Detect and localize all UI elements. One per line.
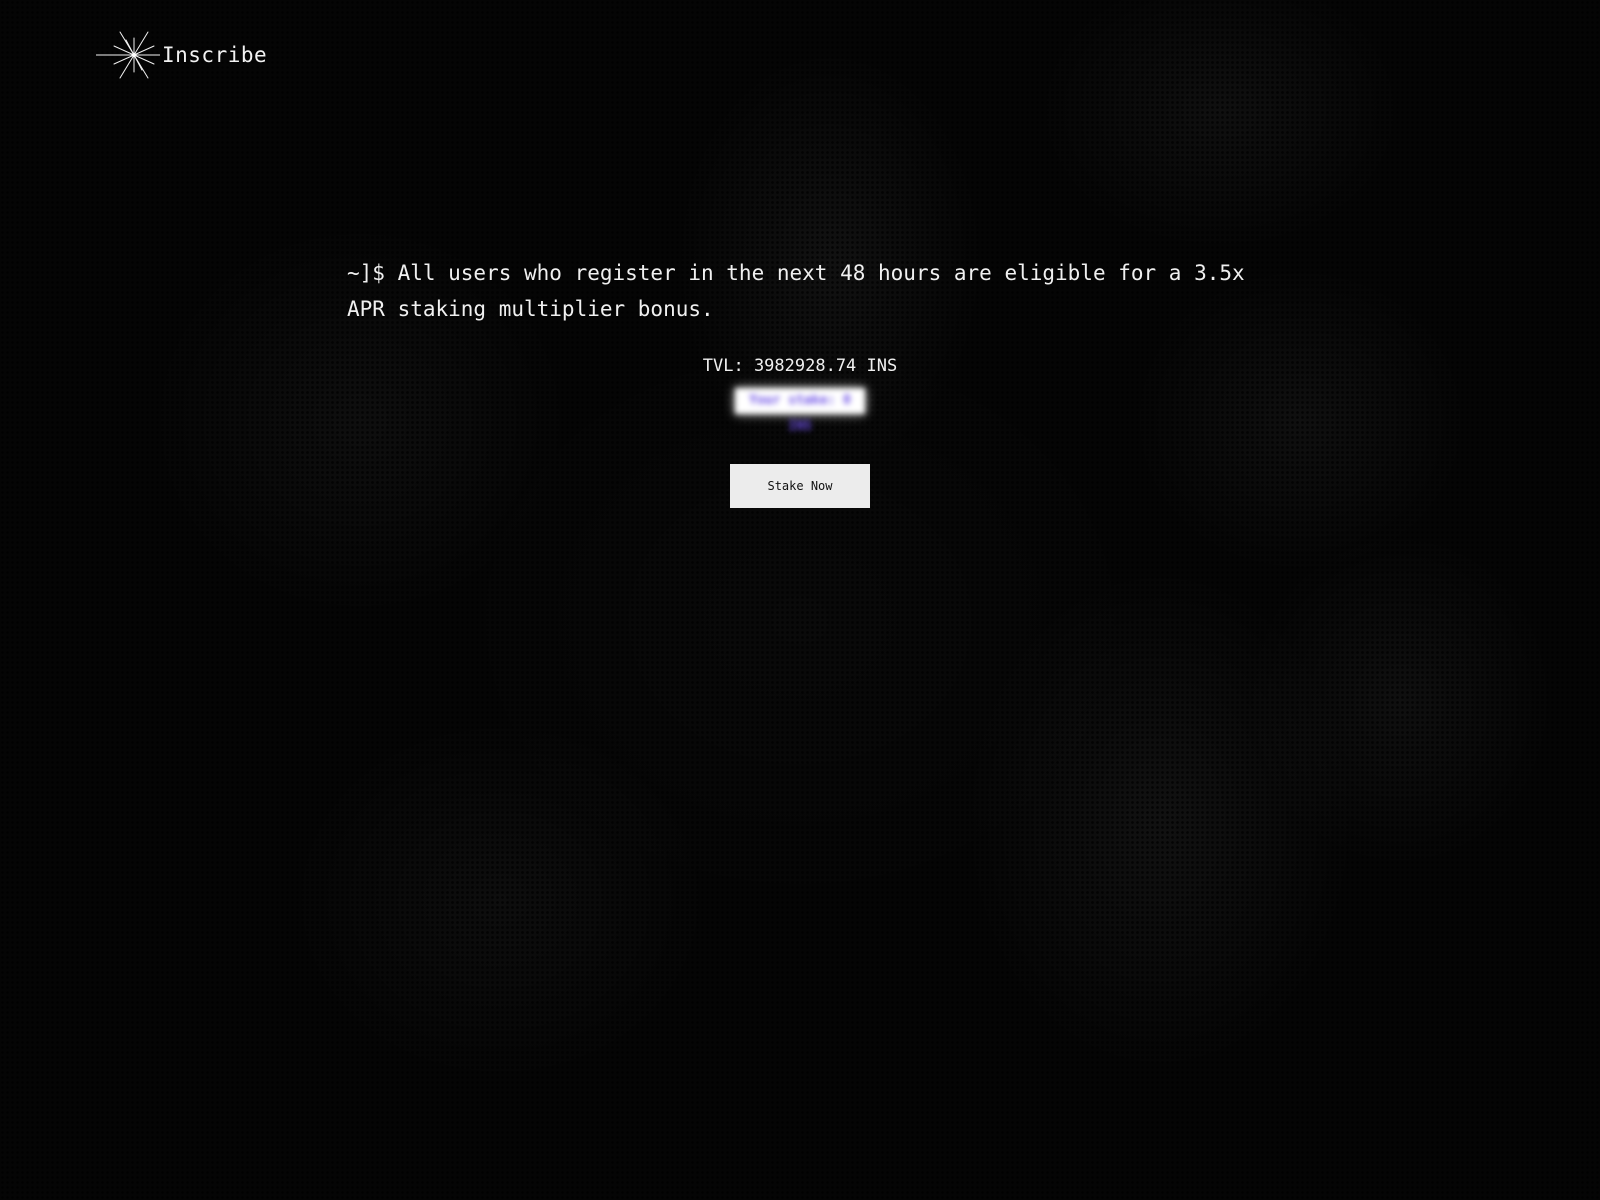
tvl-stat: TVL: 3982928.74 INS (702, 356, 898, 376)
halftone-dot-overlay (0, 0, 1600, 1200)
user-stake-badge: Your stake: 0 INS (735, 388, 865, 434)
brand-name: Inscribe (162, 43, 268, 67)
brand-logo[interactable]: Inscribe (96, 30, 267, 80)
stake-now-button[interactable]: Stake Now (730, 464, 870, 508)
terminal-announcement: ~]$ All users who register in the next 4… (347, 261, 1245, 321)
starburst-logo-icon (96, 30, 160, 80)
